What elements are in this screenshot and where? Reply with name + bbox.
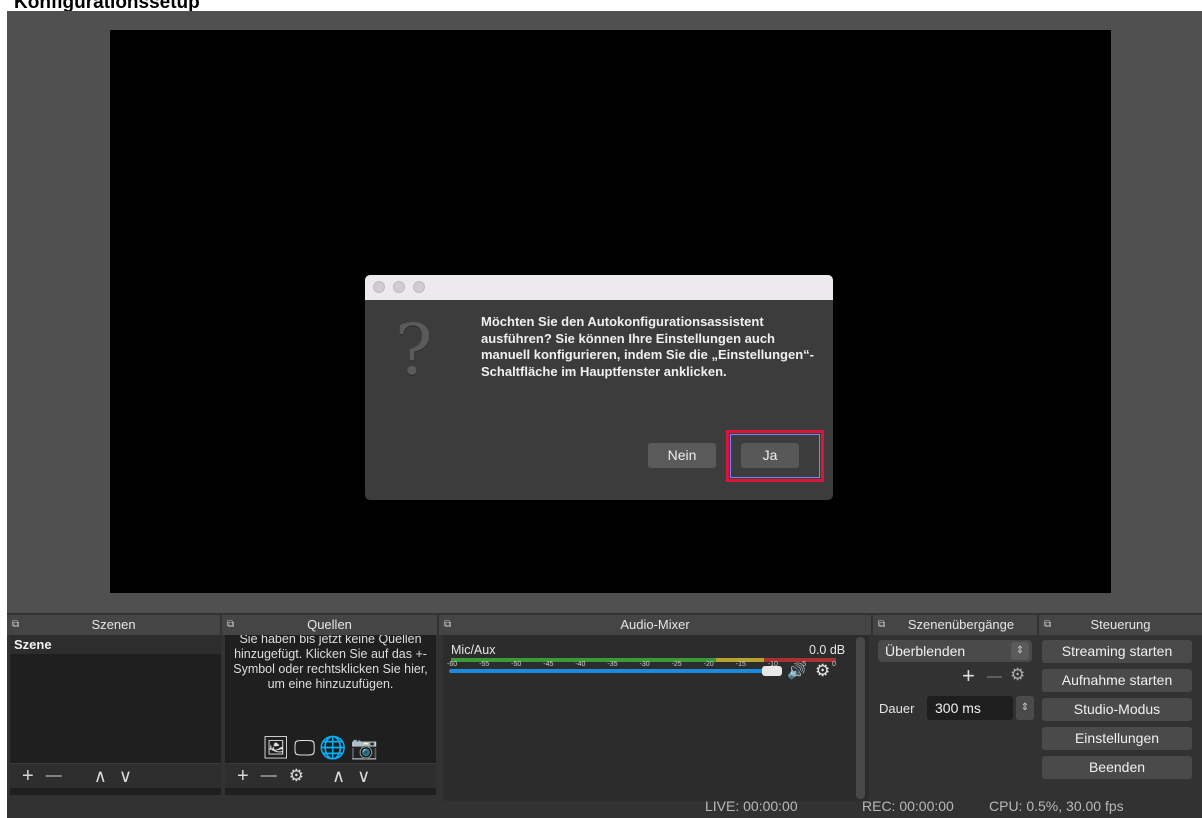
channel-name: Mic/Aux bbox=[451, 643, 496, 657]
exit-button[interactable]: Beenden bbox=[1042, 756, 1192, 779]
meter-tick-label: -25 bbox=[671, 661, 682, 668]
list-item[interactable]: Szene bbox=[10, 635, 221, 654]
sources-empty-hint: Sie haben bis jetzt keine Quellen hinzug… bbox=[233, 635, 428, 691]
cpu-status: CPU: 0.5%, 30.00 fps bbox=[989, 798, 1124, 814]
transition-select[interactable]: Überblenden ⇕ bbox=[878, 640, 1032, 662]
dock-title-transitions: Szenenübergänge bbox=[907, 617, 1015, 632]
remove-scene-button[interactable]: — bbox=[46, 766, 62, 786]
move-scene-down-button[interactable]: ∨ bbox=[119, 766, 132, 786]
meter-tick-label: -60 bbox=[447, 661, 458, 668]
dock-header-mixer: ⧉ Audio-Mixer bbox=[439, 615, 871, 635]
audio-mixer: Mic/Aux 0.0 dB -60 -55 -50 -45 -40 -35 -30 -25 -… bbox=[443, 635, 869, 801]
zoom-window-button[interactable] bbox=[413, 281, 425, 293]
dock-header-scenes: ⧉ Szenen bbox=[7, 615, 220, 635]
scene-transitions: Überblenden ⇕ + — ⚙ Dauer 300 ms ⇕ bbox=[873, 635, 1037, 795]
move-source-down-button[interactable]: ∨ bbox=[357, 766, 370, 786]
meter-tick-label: -15 bbox=[735, 661, 746, 668]
transition-select-value: Überblenden bbox=[885, 643, 966, 659]
dock-header-controls: ⧉ Steuerung bbox=[1039, 615, 1202, 635]
mixer-scrollbar[interactable] bbox=[856, 637, 865, 799]
close-window-button[interactable] bbox=[373, 281, 385, 293]
gear-icon[interactable]: ⚙ bbox=[815, 661, 830, 681]
start-recording-button[interactable]: Aufnahme starten bbox=[1042, 669, 1192, 692]
float-dock-icon[interactable]: ⧉ bbox=[878, 615, 885, 635]
status-bar: LIVE: 00:00:00 REC: 00:00:00 CPU: 0.5%, … bbox=[7, 795, 1202, 818]
studio-mode-button[interactable]: Studio-Modus bbox=[1042, 698, 1192, 721]
dialog-message: Möchten Sie den Autokonfigurationsassist… bbox=[481, 314, 814, 379]
live-status: LIVE: 00:00:00 bbox=[705, 798, 798, 814]
start-streaming-button[interactable]: Streaming starten bbox=[1042, 640, 1192, 663]
scenes-toolbar: + — ∧ ∨ bbox=[10, 763, 221, 788]
dock-header-sources: ⧉ Quellen bbox=[222, 615, 437, 635]
dock-title-sources: Quellen bbox=[307, 617, 352, 632]
question-icon: ? bbox=[395, 309, 433, 391]
dock-title-mixer: Audio-Mixer bbox=[620, 617, 690, 632]
sources-toolbar: + — ⚙ ∧ ∨ bbox=[225, 763, 436, 788]
duration-input[interactable]: 300 ms bbox=[927, 696, 1013, 720]
meter-tick-label: -45 bbox=[543, 661, 554, 668]
move-source-up-button[interactable]: ∧ bbox=[332, 766, 345, 786]
add-scene-button[interactable]: + bbox=[22, 766, 34, 786]
float-dock-icon[interactable]: ⧉ bbox=[1044, 615, 1051, 635]
duration-label: Dauer bbox=[879, 701, 915, 716]
dialog-titlebar bbox=[365, 275, 833, 300]
channel-level: 0.0 dB bbox=[809, 643, 846, 657]
sources-list[interactable]: Sie haben bis jetzt keine Quellen hinzug… bbox=[225, 635, 436, 795]
float-dock-icon[interactable]: ⧉ bbox=[444, 615, 451, 635]
remove-source-button[interactable]: — bbox=[261, 766, 277, 786]
move-scene-up-button[interactable]: ∧ bbox=[94, 766, 107, 786]
no-button[interactable]: Nein bbox=[648, 443, 716, 468]
chevron-updown-icon: ⇕ bbox=[1011, 642, 1029, 660]
float-dock-icon[interactable]: ⧉ bbox=[227, 615, 234, 635]
float-dock-icon[interactable]: ⧉ bbox=[12, 615, 19, 635]
add-transition-button[interactable]: + bbox=[962, 663, 975, 689]
meter-tick-label: -55 bbox=[479, 661, 490, 668]
gear-icon[interactable]: ⚙ bbox=[289, 766, 304, 786]
gear-icon[interactable]: ⚙ bbox=[1010, 665, 1025, 685]
dock-title-scenes: Szenen bbox=[91, 617, 136, 632]
scenes-list[interactable]: Szene + — ∧ ∨ bbox=[10, 635, 221, 795]
meter-tick-label: -35 bbox=[607, 661, 618, 668]
add-source-button[interactable]: + bbox=[237, 766, 249, 786]
settings-button[interactable]: Einstellungen bbox=[1042, 727, 1192, 750]
meter-tick-label: -20 bbox=[703, 661, 714, 668]
remove-transition-button[interactable]: — bbox=[987, 668, 1002, 685]
dock-title-controls: Steuerung bbox=[1090, 617, 1151, 632]
duration-stepper[interactable]: ⇕ bbox=[1016, 696, 1034, 720]
minimize-window-button[interactable] bbox=[393, 281, 405, 293]
meter-tick-label: 0 bbox=[832, 661, 836, 668]
meter-tick-label: -40 bbox=[575, 661, 586, 668]
meter-tick-label: -30 bbox=[639, 661, 650, 668]
rec-status: REC: 00:00:00 bbox=[862, 798, 954, 814]
volume-slider-handle[interactable] bbox=[762, 666, 782, 676]
autoconfig-dialog: ? Möchten Sie den Autokonfigurationsassi… bbox=[365, 275, 833, 500]
meter-tick-label: -50 bbox=[511, 661, 522, 668]
yes-button[interactable]: Ja bbox=[741, 443, 799, 468]
speaker-icon[interactable]: 🔊 bbox=[787, 662, 806, 680]
volume-slider[interactable] bbox=[449, 669, 769, 673]
dock-header-transitions: ⧉ Szenenübergänge bbox=[873, 615, 1037, 635]
controls: Streaming starten Aufnahme starten Studi… bbox=[1037, 635, 1202, 795]
